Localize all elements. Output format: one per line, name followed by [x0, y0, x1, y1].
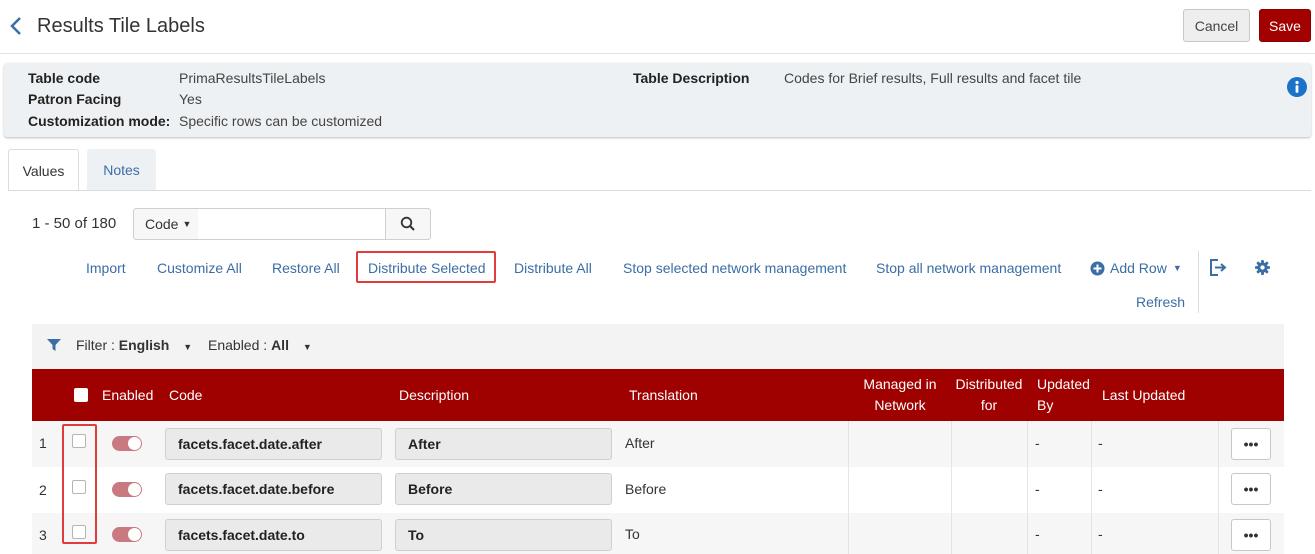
- tab-values[interactable]: Values: [8, 149, 79, 191]
- enabled-toggle[interactable]: [112, 482, 142, 497]
- column-separator: [1027, 421, 1028, 554]
- page-header: Results Tile Labels Cancel Save: [0, 0, 1315, 54]
- row-actions-button[interactable]: •••: [1231, 473, 1271, 505]
- filter-label: Filter :: [76, 337, 115, 353]
- distribute-all-link[interactable]: Distribute All: [514, 260, 592, 276]
- toolbar-separator: [1198, 251, 1199, 313]
- description-field: To: [395, 519, 612, 551]
- toggle-knob: [128, 528, 141, 541]
- last-updated-cell: -: [1098, 435, 1103, 451]
- last-updated-cell: -: [1098, 481, 1103, 497]
- export-icon[interactable]: [1209, 259, 1227, 276]
- search-field-select[interactable]: Code ▼: [133, 208, 199, 240]
- select-all-checkbox[interactable]: [74, 388, 88, 402]
- search-icon: [400, 216, 415, 231]
- enabled-toggle[interactable]: [112, 436, 142, 451]
- enabled-filter-label: Enabled :: [208, 337, 268, 353]
- filter-icon: [47, 339, 61, 351]
- table-description-value: Codes for Brief results, Full results an…: [784, 70, 1082, 86]
- translation-cell[interactable]: Before: [625, 481, 666, 497]
- updated-by-cell: -: [1035, 435, 1040, 451]
- gear-icon[interactable]: [1255, 260, 1270, 275]
- caret-down-icon: ▼: [183, 342, 193, 352]
- enabled-filter-value: All: [271, 337, 289, 353]
- column-separator: [1091, 421, 1092, 554]
- last-updated-cell: -: [1098, 526, 1103, 542]
- refresh-link[interactable]: Refresh: [1136, 294, 1185, 310]
- enabled-filter[interactable]: Enabled : All ▼: [208, 337, 312, 353]
- column-last-updated[interactable]: Last Updated: [1102, 385, 1185, 406]
- info-circle-icon[interactable]: [1287, 77, 1307, 97]
- toggle-knob: [128, 483, 141, 496]
- column-separator: [1218, 421, 1219, 554]
- table-code-label: Table code: [28, 70, 101, 86]
- translation-cell[interactable]: To: [625, 526, 640, 542]
- tab-divider: [8, 190, 1311, 191]
- add-row-button[interactable]: Add Row ▼: [1090, 260, 1182, 276]
- column-separator: [951, 421, 952, 554]
- patron-facing-label: Patron Facing: [28, 91, 122, 107]
- search-field-label: Code: [145, 216, 179, 232]
- back-arrow-icon[interactable]: [6, 14, 26, 38]
- column-distributed-line2: for: [980, 397, 998, 413]
- caret-down-icon: ▼: [1172, 263, 1182, 273]
- row-number: 2: [39, 482, 47, 498]
- column-updated-line2: By: [1037, 397, 1054, 413]
- description-field: Before: [395, 473, 612, 505]
- language-filter[interactable]: Filter : English ▼: [76, 337, 192, 353]
- translation-cell[interactable]: After: [625, 435, 655, 451]
- updated-by-cell: -: [1035, 481, 1040, 497]
- search-input[interactable]: [198, 208, 386, 240]
- table-code-value: PrimaResultsTileLabels: [179, 70, 326, 86]
- customize-all-link[interactable]: Customize All: [157, 260, 242, 276]
- patron-facing-value: Yes: [179, 91, 202, 107]
- row-number: 3: [39, 527, 47, 543]
- column-code[interactable]: Code: [169, 385, 202, 406]
- customization-mode-value: Specific rows can be customized: [179, 113, 383, 129]
- column-enabled[interactable]: Enabled: [102, 385, 153, 406]
- search-button[interactable]: [385, 208, 431, 240]
- stop-all-network-link[interactable]: Stop all network management: [876, 260, 1061, 276]
- filter-value: English: [118, 337, 170, 353]
- restore-all-link[interactable]: Restore All: [272, 260, 340, 276]
- row-number: 1: [39, 435, 47, 451]
- column-updated-by[interactable]: Updated By: [1037, 374, 1090, 416]
- tab-notes[interactable]: Notes: [87, 149, 156, 191]
- customization-mode-label: Customization mode:: [28, 113, 171, 129]
- column-managed-line1: Managed in: [863, 376, 937, 392]
- plus-circle-icon: [1090, 261, 1105, 275]
- code-field: facets.facet.date.before: [165, 473, 382, 505]
- stop-selected-network-link[interactable]: Stop selected network management: [623, 260, 846, 276]
- highlight-row-checkboxes: [62, 424, 97, 544]
- toggle-knob: [128, 437, 141, 450]
- column-updated-line1: Updated: [1037, 376, 1090, 392]
- save-button[interactable]: Save: [1259, 9, 1311, 42]
- row-actions-button[interactable]: •••: [1231, 519, 1271, 551]
- table-description-label: Table Description: [633, 70, 750, 86]
- row-actions-button[interactable]: •••: [1231, 428, 1271, 460]
- code-field: facets.facet.date.to: [165, 519, 382, 551]
- description-field: After: [395, 428, 612, 460]
- caret-down-icon: ▼: [302, 342, 312, 352]
- page-title: Results Tile Labels: [37, 15, 205, 37]
- column-distributed-line1: Distributed: [955, 376, 1023, 392]
- caret-down-icon: ▼: [182, 219, 192, 229]
- column-description[interactable]: Description: [399, 385, 469, 406]
- column-separator: [848, 421, 849, 554]
- record-count: 1 - 50 of 180: [32, 215, 117, 232]
- import-link[interactable]: Import: [86, 260, 126, 276]
- column-managed-line2: Network: [874, 397, 926, 413]
- column-managed-in-network[interactable]: Managed in Network: [850, 374, 950, 416]
- column-translation[interactable]: Translation: [629, 385, 698, 406]
- updated-by-cell: -: [1035, 526, 1040, 542]
- enabled-toggle[interactable]: [112, 527, 142, 542]
- code-field: facets.facet.date.after: [165, 428, 382, 460]
- column-distributed-for[interactable]: Distributed for: [952, 374, 1026, 416]
- distribute-selected-link[interactable]: Distribute Selected: [368, 260, 486, 276]
- add-row-label: Add Row: [1110, 260, 1167, 276]
- cancel-button[interactable]: Cancel: [1183, 9, 1250, 42]
